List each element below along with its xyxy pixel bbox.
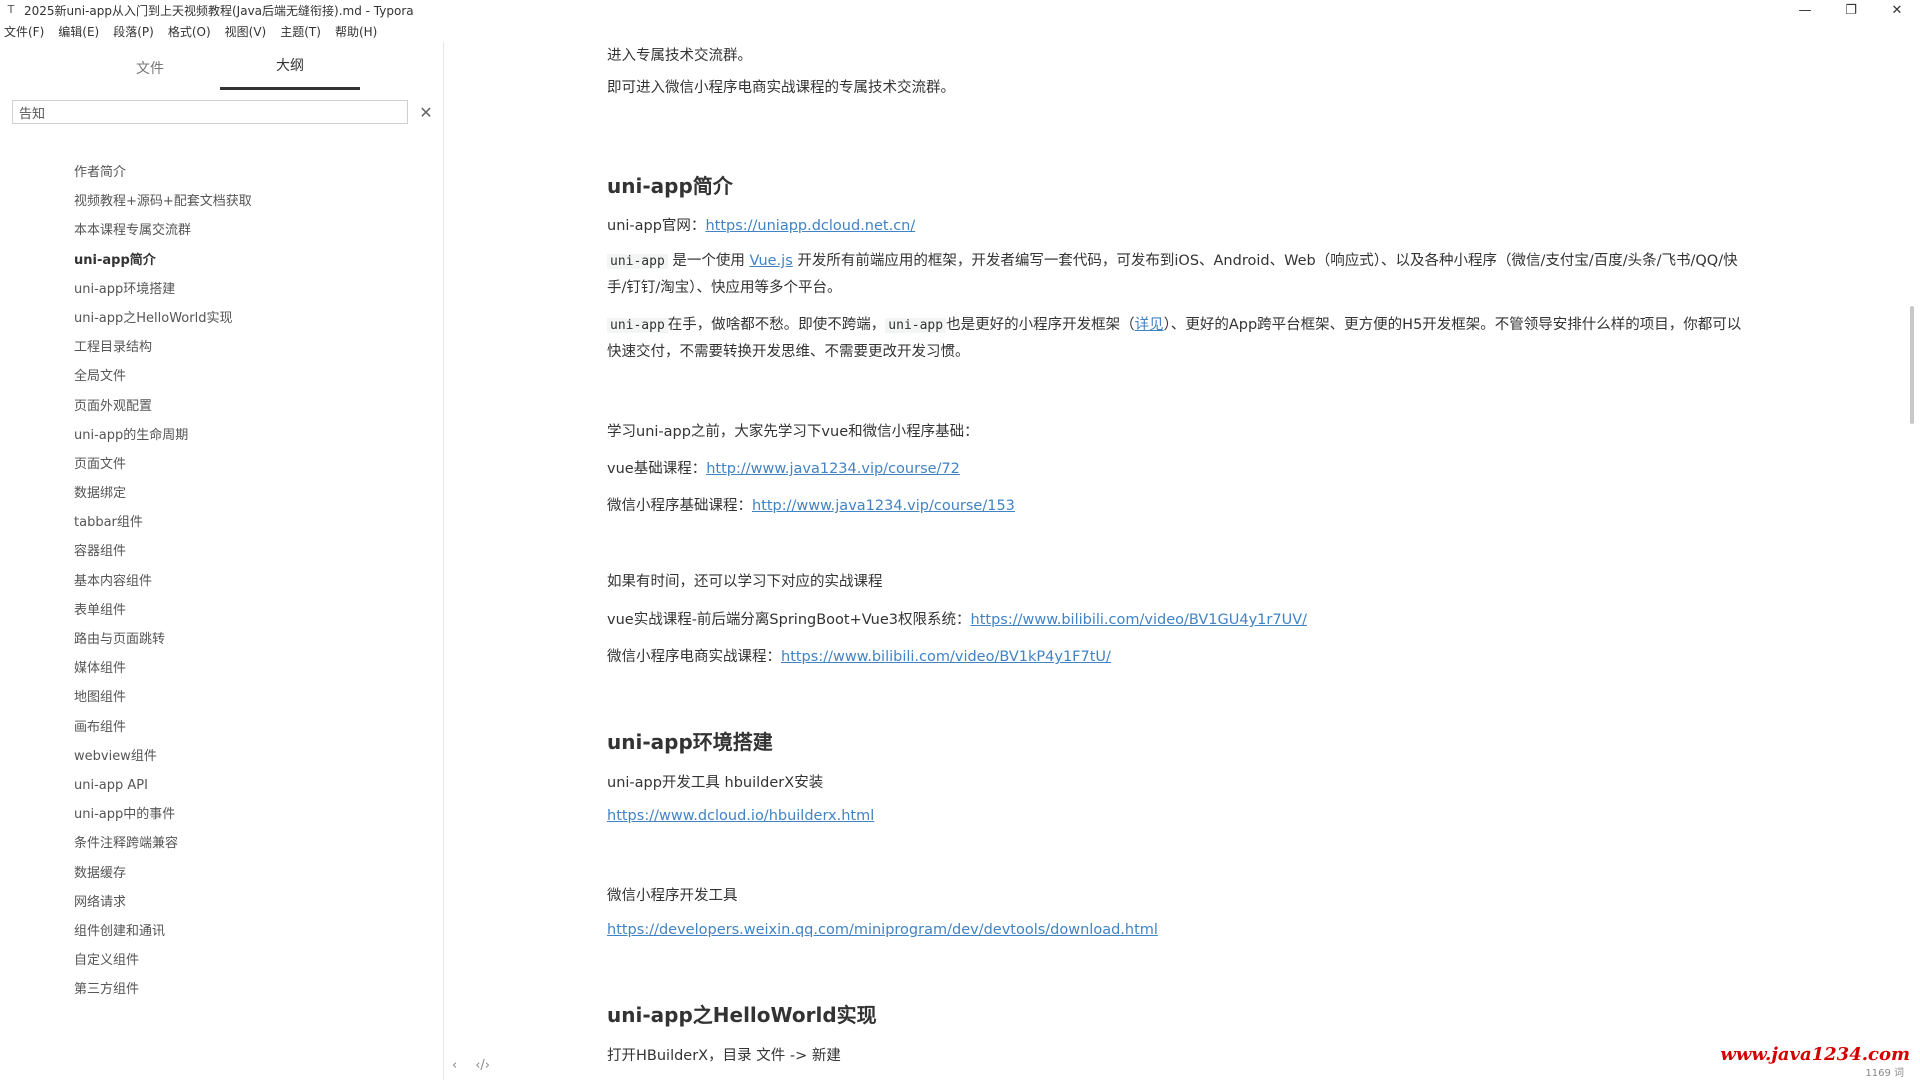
label: vue基础课程： (607, 461, 707, 477)
label: 微信小程序电商实战课程： (607, 649, 781, 665)
paragraph: 如果有时间，还可以学习下对应的实战课程 (607, 574, 883, 590)
outline-item[interactable]: 作者简介 (0, 158, 443, 187)
outline-item[interactable]: 视频教程+源码+配套文档获取 (0, 187, 443, 216)
title-bar: T 2025新uni-app从入门到上天视频教程(Java后端无缝衔接).md … (0, 0, 1920, 20)
menu-view[interactable]: 视图(V) (225, 23, 267, 40)
outline-item[interactable]: 地图组件 (0, 683, 443, 712)
menu-help[interactable]: 帮助(H) (335, 23, 377, 40)
paragraph-intro: uni-app 是一个使用 Vue.js 开发所有前端应用的框架，开发者编写一套… (607, 248, 1752, 302)
site-label: uni-app官网： (607, 218, 706, 234)
sidebar-tabs: 文件 大纲 (0, 42, 443, 90)
inline-code: uni-app (885, 318, 947, 333)
window-title: 2025新uni-app从入门到上天视频教程(Java后端无缝衔接).md - … (24, 3, 414, 18)
paragraph-link: https://developers.weixin.qq.com/minipro… (607, 922, 1158, 938)
sidebar: 文件 大纲 ✕ 作者简介 视频教程+源码+配套文档获取 本本课程专属交流群 un… (0, 42, 444, 1080)
tab-outline[interactable]: 大纲 (220, 55, 360, 90)
outline-item[interactable]: uni-app中的事件 (0, 800, 443, 829)
minimize-icon[interactable]: — (1782, 0, 1828, 20)
label: 微信小程序基础课程： (607, 498, 752, 514)
word-count[interactable]: 1169 词 (1865, 1064, 1904, 1079)
outline-item[interactable]: uni-app之HelloWorld实现 (0, 304, 443, 333)
paragraph: 打开HBuilderX，目录 文件 -> 新建 (607, 1048, 841, 1064)
paragraph-link: https://www.dcloud.io/hbuilderx.html (607, 808, 874, 824)
text: 是一个使用 (667, 253, 750, 269)
outline-item[interactable]: 画布组件 (0, 713, 443, 742)
close-icon[interactable]: ✕ (1874, 0, 1920, 20)
heading-uniapp-intro: uni-app简介 (607, 174, 733, 198)
menu-file[interactable]: 文件(F) (4, 23, 44, 40)
outline-search-input[interactable] (12, 100, 408, 124)
hbuilderx-link[interactable]: https://www.dcloud.io/hbuilderx.html (607, 808, 874, 824)
outline-item[interactable]: 数据绑定 (0, 479, 443, 508)
paragraph: 进入专属技术交流群。 (607, 48, 752, 64)
editor-pane: 进入专属技术交流群。 即可进入微信小程序电商实战课程的专属技术交流群。 uni-… (445, 42, 1920, 1080)
outline-item[interactable]: 表单组件 (0, 596, 443, 625)
paragraph: uni-app开发工具 hbuilderX安装 (607, 775, 824, 791)
outline-search-row: ✕ (12, 100, 443, 124)
outline-item[interactable]: uni-app的生命周期 (0, 421, 443, 450)
text: 也是更好的小程序开发框架（ (946, 317, 1135, 333)
outline-item[interactable]: 媒体组件 (0, 654, 443, 683)
inline-code: uni-app (607, 318, 668, 333)
label: vue实战课程-前后端分离SpringBoot+Vue3权限系统： (607, 612, 971, 628)
heading-env-setup: uni-app环境搭建 (607, 730, 773, 754)
watermark: www.java1234.com (1720, 1044, 1910, 1065)
outline-item[interactable]: 条件注释跨端兼容 (0, 829, 443, 858)
menu-edit[interactable]: 编辑(E) (58, 23, 99, 40)
outline-item[interactable]: 数据缓存 (0, 859, 443, 888)
outline-item[interactable]: 容器组件 (0, 537, 443, 566)
inline-code: uni-app (607, 254, 668, 269)
outline-item-active[interactable]: uni-app简介 (0, 246, 443, 275)
paragraph-vue-course: vue基础课程：http://www.java1234.vip/course/7… (607, 457, 960, 478)
wx-course-link[interactable]: http://www.java1234.vip/course/153 (752, 498, 1015, 514)
outline-item[interactable]: 网络请求 (0, 888, 443, 917)
paragraph: 即可进入微信小程序电商实战课程的专属技术交流群。 (607, 80, 955, 96)
wx-devtools-link[interactable]: https://developers.weixin.qq.com/minipro… (607, 922, 1158, 938)
details-link[interactable]: 详见 (1135, 317, 1164, 333)
outline-item[interactable]: uni-app环境搭建 (0, 275, 443, 304)
menu-format[interactable]: 格式(O) (168, 23, 211, 40)
editor-scrollbar[interactable] (1910, 306, 1914, 424)
paragraph-wx-course: 微信小程序基础课程：http://www.java1234.vip/course… (607, 494, 1015, 515)
outline-item[interactable]: 基本内容组件 (0, 567, 443, 596)
outline-item[interactable]: 自定义组件 (0, 946, 443, 975)
clear-search-icon[interactable]: ✕ (414, 103, 438, 122)
maximize-icon[interactable]: ❐ (1828, 0, 1874, 20)
paragraph: 微信小程序开发工具 (607, 888, 738, 904)
menu-paragraph[interactable]: 段落(P) (113, 23, 154, 40)
paragraph: 学习uni-app之前，大家先学习下vue和微信小程序基础： (607, 424, 979, 440)
outline-item[interactable]: 页面文件 (0, 450, 443, 479)
vuejs-link[interactable]: Vue.js (750, 253, 793, 269)
outline-item[interactable]: tabbar组件 (0, 508, 443, 537)
wx-real-course-link[interactable]: https://www.bilibili.com/video/BV1kP4y1F… (781, 649, 1111, 665)
text: 在手，做啥都不愁。即使不跨端， (667, 317, 886, 333)
tab-files[interactable]: 文件 (80, 58, 220, 90)
outline-item[interactable]: uni-app API (0, 771, 443, 800)
paragraph-wx-real: 微信小程序电商实战课程：https://www.bilibili.com/vid… (607, 645, 1111, 666)
window-controls: — ❐ ✕ (1782, 0, 1920, 20)
heading-helloworld: uni-app之HelloWorld实现 (607, 1003, 877, 1027)
paragraph-uniapp-advantages: uni-app 在手，做啥都不愁。即使不跨端， uni-app 也是更好的小程序开发框… (607, 312, 1752, 366)
outline-item[interactable]: 全局文件 (0, 362, 443, 391)
typora-app-icon: T (7, 3, 15, 16)
vue-real-course-link[interactable]: https://www.bilibili.com/video/BV1GU4y1r… (971, 612, 1308, 628)
paragraph-vue-real: vue实战课程-前后端分离SpringBoot+Vue3权限系统：https:/… (607, 608, 1307, 629)
outline-item[interactable]: 组件创建和通讯 (0, 917, 443, 946)
outline-item[interactable]: 页面外观配置 (0, 392, 443, 421)
outline-item[interactable]: webview组件 (0, 742, 443, 771)
outline-item[interactable]: 第三方组件 (0, 975, 443, 1004)
menu-theme[interactable]: 主题(T) (280, 23, 321, 40)
paragraph-site: uni-app官网：https://uniapp.dcloud.net.cn/ (607, 214, 915, 235)
outline-item[interactable]: 工程目录结构 (0, 333, 443, 362)
vue-course-link[interactable]: http://www.java1234.vip/course/72 (706, 461, 960, 477)
outline-list: 作者简介 视频教程+源码+配套文档获取 本本课程专属交流群 uni-app简介 … (0, 158, 443, 1004)
outline-item[interactable]: 本本课程专属交流群 (0, 216, 443, 245)
uniapp-site-link[interactable]: https://uniapp.dcloud.net.cn/ (705, 218, 915, 234)
menu-bar: 文件(F) 编辑(E) 段落(P) 格式(O) 视图(V) 主题(T) 帮助(H… (0, 20, 1920, 42)
outline-item[interactable]: 路由与页面跳转 (0, 625, 443, 654)
